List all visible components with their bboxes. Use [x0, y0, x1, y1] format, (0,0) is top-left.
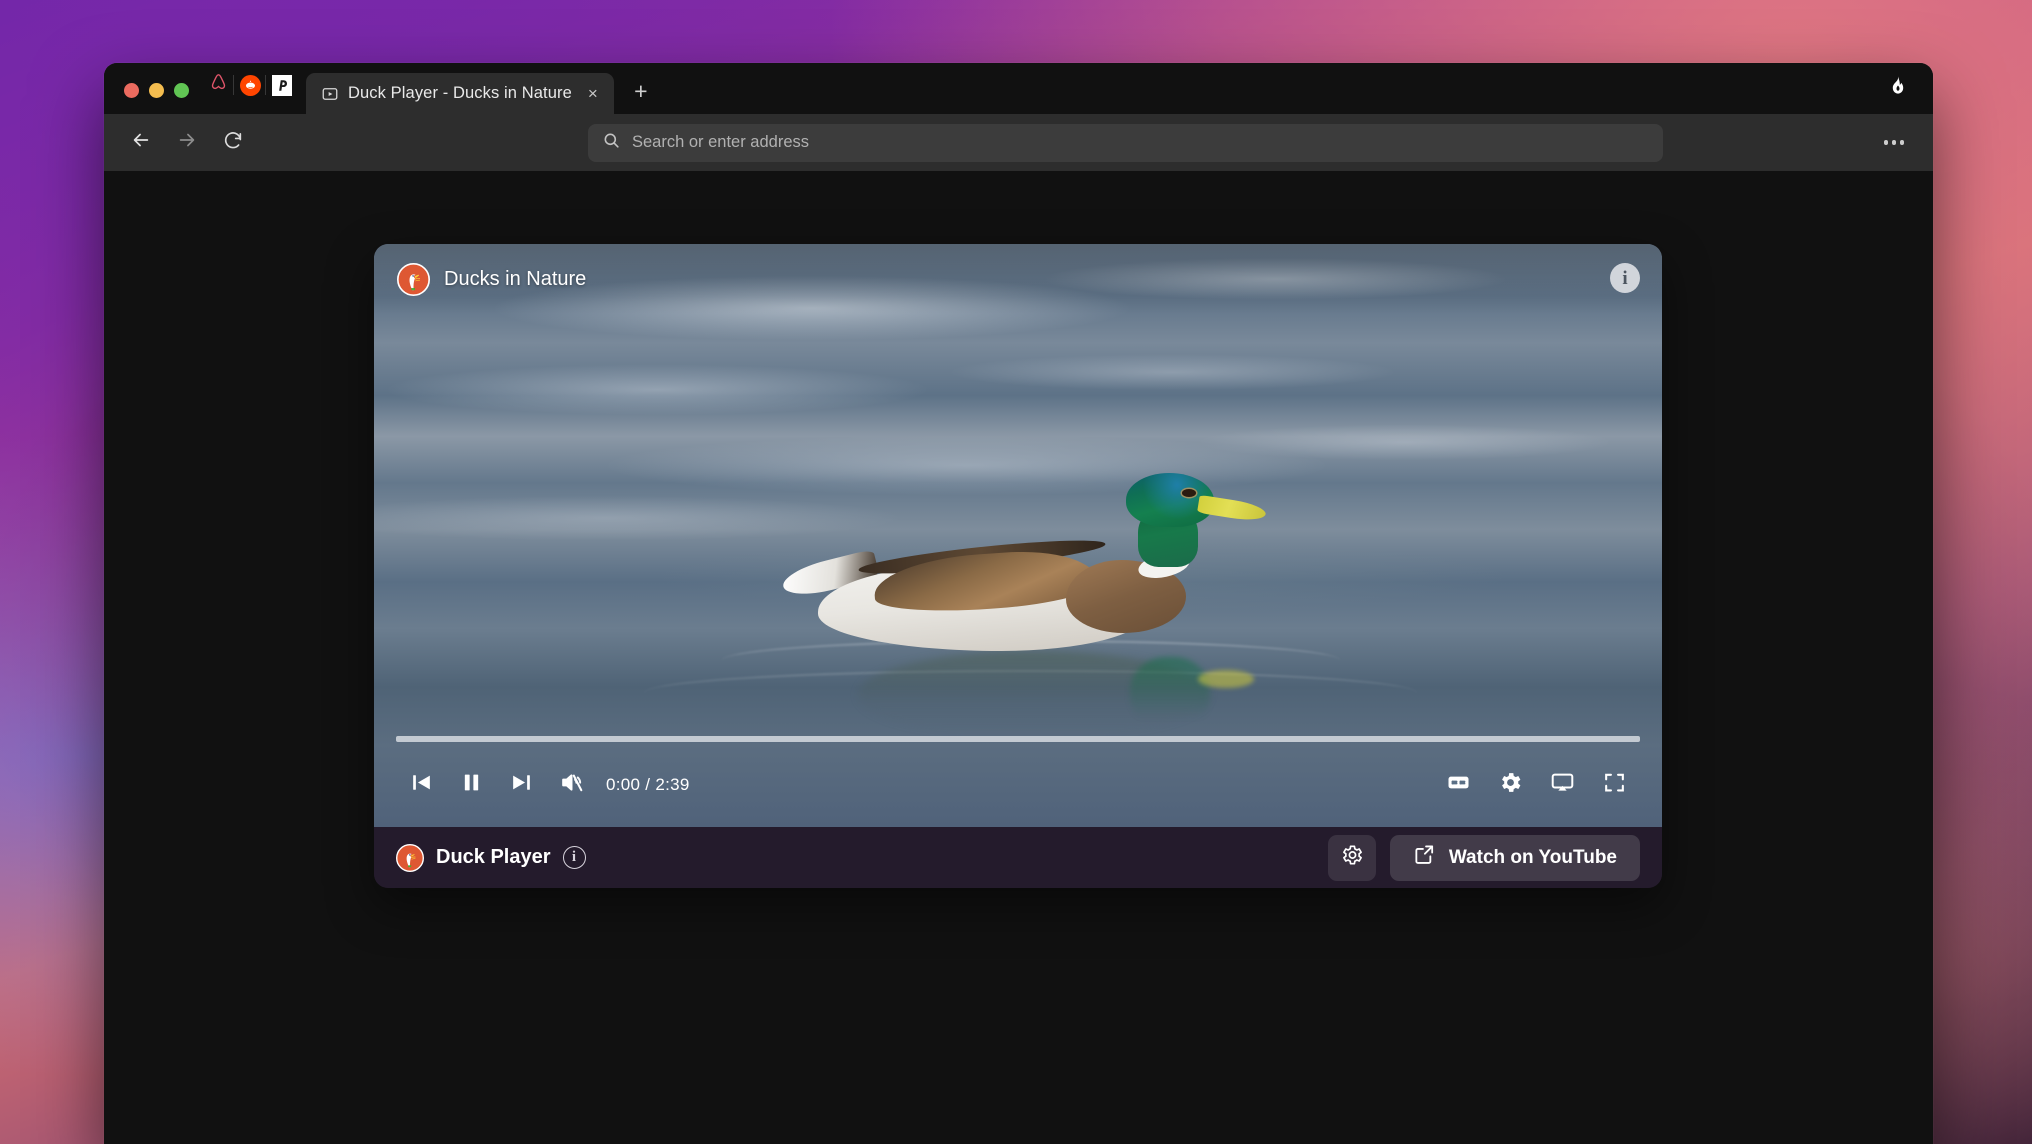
watch-on-youtube-label: Watch on YouTube — [1448, 846, 1617, 868]
fullscreen-icon — [1602, 770, 1627, 800]
video-title: Ducks in Nature — [444, 267, 587, 290]
external-link-icon — [1413, 843, 1436, 872]
airplay-cast-icon — [1550, 770, 1575, 800]
volume-muted-icon — [559, 770, 584, 800]
search-icon — [602, 131, 621, 155]
play-pause-button[interactable] — [446, 763, 496, 807]
back-button[interactable] — [121, 123, 161, 163]
video-settings-button[interactable] — [1484, 763, 1536, 807]
video-player[interactable]: Ducks in Nature i 0:00 / 2:39 — [374, 244, 1662, 827]
video-controls-bar: 0:00 / 2:39 — [374, 715, 1662, 827]
forward-button[interactable] — [167, 123, 207, 163]
reload-icon — [222, 129, 244, 156]
tab-close-icon[interactable]: × — [583, 84, 603, 104]
previous-track-icon — [409, 770, 434, 800]
time-display: 0:00 / 2:39 — [606, 775, 690, 794]
airbnb-icon — [208, 72, 229, 98]
video-header-overlay: Ducks in Nature — [374, 244, 1662, 314]
flame-icon — [1886, 74, 1910, 103]
address-bar[interactable]: Search or enter address — [588, 123, 1663, 162]
pinned-tab-reddit[interactable] — [233, 70, 266, 100]
pinned-tabs — [202, 70, 302, 114]
window-traffic-lights — [104, 83, 202, 114]
previous-track-button[interactable] — [396, 763, 446, 807]
maximize-window-button[interactable] — [174, 83, 189, 98]
duck-player-card: Ducks in Nature i 0:00 / 2:39 Duck Playe… — [374, 244, 1662, 888]
peacock-icon — [272, 74, 292, 96]
arrow-left-icon — [130, 129, 152, 156]
fullscreen-button[interactable] — [1588, 763, 1640, 807]
mallard-duck-subject — [780, 472, 1267, 740]
control-row: 0:00 / 2:39 — [396, 762, 1640, 808]
menu-dot — [1883, 140, 1889, 145]
closed-captions-icon — [1446, 770, 1471, 800]
captions-button[interactable] — [1432, 763, 1484, 807]
browser-menu-button[interactable] — [1877, 126, 1911, 160]
duckduckgo-logo-icon — [396, 843, 424, 872]
tab-strip: Duck Player - Ducks in Nature × + — [104, 63, 1933, 114]
progress-bar[interactable] — [396, 736, 1640, 742]
duck-player-brand-name: Duck Player — [436, 846, 551, 868]
pause-icon — [459, 770, 484, 800]
reload-button[interactable] — [213, 123, 253, 163]
watch-on-youtube-button[interactable]: Watch on YouTube — [1389, 834, 1640, 881]
menu-dot — [1899, 140, 1905, 145]
minimize-window-button[interactable] — [149, 83, 164, 98]
pinned-tab-airbnb[interactable] — [202, 70, 234, 100]
video-info-button[interactable]: i — [1610, 263, 1640, 293]
fire-button[interactable] — [1883, 73, 1913, 103]
duck-player-info-button[interactable]: i — [562, 846, 586, 869]
navigation-toolbar: Search or enter address — [104, 114, 1933, 171]
gear-icon — [1498, 770, 1523, 800]
duck-player-brand: Duck Player i — [396, 843, 586, 872]
pinned-tab-peacock[interactable] — [265, 70, 298, 100]
next-track-button[interactable] — [496, 763, 546, 807]
duckduckgo-logo-icon — [397, 262, 430, 296]
mute-button[interactable] — [546, 763, 596, 807]
menu-dot — [1891, 140, 1897, 145]
page-content: Ducks in Nature i 0:00 / 2:39 Duck Playe… — [104, 171, 1933, 1144]
duck-player-settings-button[interactable] — [1327, 834, 1376, 881]
duck-player-bottom-bar: Duck Player i Watch on YouTube — [374, 827, 1662, 888]
video-play-favicon-icon — [321, 85, 339, 103]
close-window-button[interactable] — [124, 83, 139, 98]
tab-title: Duck Player - Ducks in Nature — [348, 84, 572, 102]
gear-icon — [1340, 843, 1364, 872]
control-row-right — [1432, 763, 1640, 807]
arrow-right-icon — [176, 129, 198, 156]
browser-window: Duck Player - Ducks in Nature × + Search… — [104, 63, 1933, 1144]
new-tab-button[interactable]: + — [624, 74, 658, 108]
cast-button[interactable] — [1536, 763, 1588, 807]
reddit-icon — [239, 74, 261, 96]
bottom-bar-actions: Watch on YouTube — [1327, 834, 1640, 881]
address-input[interactable]: Search or enter address — [632, 133, 809, 152]
next-track-icon — [509, 770, 534, 800]
tab-duck-player[interactable]: Duck Player - Ducks in Nature × — [306, 73, 614, 114]
